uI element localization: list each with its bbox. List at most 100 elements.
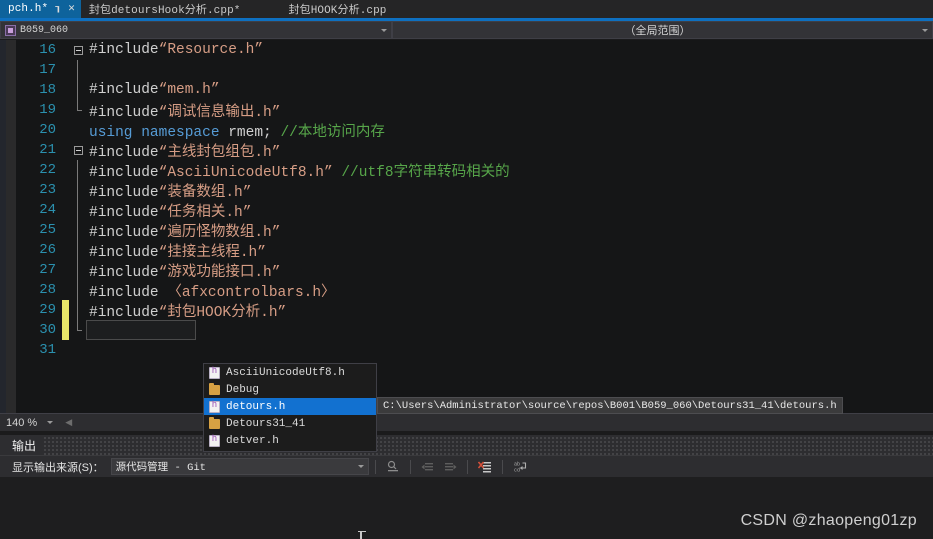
fold-region-line (77, 300, 78, 320)
fold-margin-cell (69, 160, 87, 180)
code-line[interactable]: 23 #include“装备数组.h” (16, 180, 933, 201)
tab-pch-h[interactable]: pch.h* ┒ ✕ (0, 0, 81, 18)
code-line[interactable]: 18 #include“mem.h” (16, 80, 933, 100)
code-line[interactable]: 16 #include“Resource.h” (16, 40, 933, 60)
code-line[interactable]: 25 #include“遍历怪物数组.h” (16, 220, 933, 241)
member-dropdown-value: （全局范围） (624, 25, 691, 37)
output-panel-title: 输出 (12, 438, 37, 453)
code-token-pre: #include (89, 164, 159, 181)
code-text: using namespace rmem; //本地访问内存 (87, 120, 385, 141)
change-bar (62, 40, 69, 60)
tab-fengbao-detourshook-fenxi-cpp[interactable]: 封包detoursHook分析.cpp* (80, 0, 247, 18)
code-line[interactable]: 21 #include“主线封包组包.h” (16, 140, 933, 161)
line-number: 25 (39, 222, 56, 238)
code-line[interactable]: 22 #include“AsciiUnicodeUtf8.h” //utf8字符串… (16, 160, 933, 181)
completion-item-label: Debug (226, 383, 260, 396)
completion-item[interactable]: detver.h (204, 432, 376, 449)
code-editor[interactable]: 16 #include“Resource.h” 17 18 #include“mem.h… (0, 40, 933, 413)
code-token-pre: #include (89, 264, 159, 281)
change-bar (62, 200, 69, 220)
code-token-pre: #include (89, 284, 168, 301)
code-token-str: “Resource.h” (158, 42, 264, 58)
panel-drag-handle[interactable] (44, 435, 933, 455)
change-bar (62, 100, 69, 120)
line-number: 22 (39, 162, 56, 178)
change-bar (62, 60, 69, 80)
toolbar-separator (409, 459, 411, 474)
completion-item[interactable]: Debug (204, 381, 376, 398)
output-panel-header[interactable]: 输出 (0, 435, 933, 455)
code-text: #include“AsciiUnicodeUtf8.h” //utf8字符串转码… (87, 160, 510, 181)
clear-all-icon[interactable] (476, 458, 494, 476)
change-bar (62, 220, 69, 240)
code-token-str: 〈afxcontrolbars.h〉 (167, 284, 336, 301)
output-source-dropdown[interactable]: 源代码管理 - Git (110, 458, 369, 475)
line-number: 24 (39, 202, 56, 218)
fold-region-line (77, 220, 78, 240)
scope-dropdown[interactable]: B059_060 (0, 21, 392, 39)
tab-strip-spacer (247, 0, 281, 18)
visual-studio-window: pch.h* ┒ ✕ 封包detoursHook分析.cpp* 封包HOOK分析… (0, 0, 933, 539)
pin-tab-icon[interactable]: ┒ (55, 4, 61, 14)
code-text: #include“挂接主线程.h” (87, 240, 266, 261)
member-dropdown[interactable]: （全局范围） (392, 21, 933, 39)
toggle-word-wrap-icon[interactable]: ab cd (511, 458, 529, 476)
find-message-in-code-icon[interactable] (384, 458, 402, 476)
collapse-region-icon[interactable] (73, 145, 83, 155)
line-number: 17 (39, 62, 56, 78)
code-text: #include 〈afxcontrolbars.h〉 (87, 280, 336, 301)
code-line[interactable]: 20 using namespace rmem; //本地访问内存 (16, 120, 933, 141)
folder-icon (209, 417, 220, 429)
intellisense-completion-list[interactable]: AsciiUnicodeUtf8.h Debug detours.h Detours3… (203, 363, 377, 452)
fold-margin-cell[interactable] (69, 40, 87, 60)
folder-icon (209, 383, 220, 395)
chevron-down-icon (47, 421, 54, 424)
go-to-previous-message-icon[interactable] (419, 458, 437, 476)
fold-margin-cell[interactable] (69, 140, 87, 160)
header-file-icon (209, 400, 220, 413)
code-line[interactable]: 26 #include“挂接主线程.h” (16, 240, 933, 261)
editor-selection-margin[interactable] (6, 40, 16, 413)
tab-fengbao-hook-fenxi-cpp[interactable]: 封包HOOK分析.cpp (280, 0, 393, 18)
fold-region-line (77, 280, 78, 300)
code-line[interactable]: 19 #include“调试信息输出.h” (16, 100, 933, 121)
collapse-region-icon[interactable] (73, 45, 83, 55)
line-number: 20 (39, 122, 56, 138)
code-line[interactable]: 30 #include“de” (16, 320, 933, 340)
code-line[interactable]: 28 #include 〈afxcontrolbars.h〉 (16, 280, 933, 301)
output-panel-toolbar: 显示输出来源(S)： 源代码管理 - Git ab cd (0, 455, 933, 477)
code-line[interactable]: 31 (16, 340, 933, 360)
completion-item[interactable]: AsciiUnicodeUtf8.h (204, 364, 376, 381)
code-token-cmt: //本地访问内存 (280, 124, 385, 141)
change-bar (62, 280, 69, 300)
zoom-level-dropdown[interactable]: 140 % (6, 417, 54, 429)
line-number: 30 (39, 322, 56, 338)
completion-item[interactable]: detours.h (204, 398, 376, 415)
change-bar (62, 180, 69, 200)
code-token-str: “封包HOOK分析.h” (158, 304, 287, 321)
completion-item-label: Detours31_41 (226, 417, 306, 430)
completion-item-label: detver.h (226, 434, 279, 447)
line-number: 29 (39, 302, 56, 318)
code-line[interactable]: 17 (16, 60, 933, 80)
svg-text:cd: cd (514, 467, 520, 473)
code-token-str: “装备数组.h” (158, 184, 252, 201)
code-token-pre: #include (89, 104, 159, 121)
code-lines-container[interactable]: 16 #include“Resource.h” 17 18 #include“mem.h… (16, 40, 933, 413)
fold-margin-cell (69, 60, 87, 80)
scroll-left-arrow-icon[interactable]: ◀ (65, 417, 72, 428)
output-panel-body[interactable]: CSDN @zhaopeng01zp (0, 477, 933, 539)
close-icon[interactable]: ✕ (68, 3, 75, 15)
line-number: 18 (39, 82, 56, 98)
change-bar (62, 120, 69, 140)
code-line[interactable]: 24 #include“任务相关.h” (16, 200, 933, 221)
output-source-value: 源代码管理 - Git (115, 462, 206, 474)
code-line[interactable]: 27 #include“游戏功能接口.h” (16, 260, 933, 281)
go-to-next-message-icon[interactable] (441, 458, 459, 476)
fold-margin-cell (69, 220, 87, 240)
completion-item[interactable]: Detours31_41 (204, 415, 376, 432)
code-token-pre: #include (89, 322, 159, 339)
fold-region-line (77, 180, 78, 200)
fold-margin-cell (69, 80, 87, 100)
code-line[interactable]: 29 #include“封包HOOK分析.h” (16, 300, 933, 321)
